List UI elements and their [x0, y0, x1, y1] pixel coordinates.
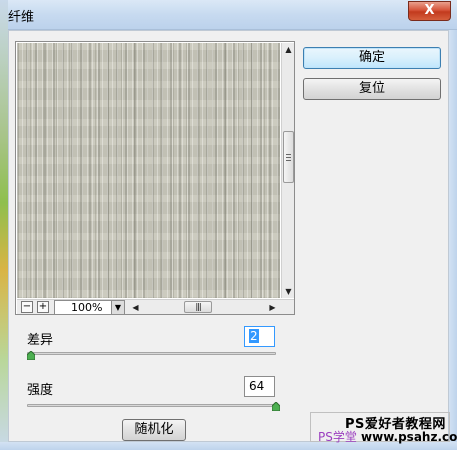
variance-label: 差异 [27, 333, 54, 348]
strength-value: 64 [249, 379, 265, 393]
close-icon: X [424, 3, 435, 18]
strength-slider-track[interactable] [27, 404, 276, 407]
scroll-down-arrow-icon[interactable]: ▼ [282, 285, 295, 298]
plus-icon: + [38, 301, 48, 312]
variance-slider-thumb[interactable] [26, 349, 36, 361]
scroll-right-arrow-icon[interactable]: ▶ [266, 301, 279, 314]
zoom-level-field[interactable]: 100% [54, 300, 112, 315]
strength-slider-thumb[interactable] [271, 400, 281, 412]
variance-input[interactable]: 2 [244, 326, 275, 347]
fibers-preview-image[interactable] [17, 43, 280, 298]
fibers-dialog: 纤维 X ▲ ▼ − + 100% ▼ ◀ ||| ▶ 确定 复位 差异 2 强… [0, 0, 457, 450]
preview-horizontal-scrollbar[interactable]: ◀ ||| ▶ [129, 300, 279, 315]
strength-label: 强度 [27, 383, 54, 398]
title-bar[interactable]: 纤维 X [0, 0, 457, 30]
dialog-body: ▲ ▼ − + 100% ▼ ◀ ||| ▶ 确定 复位 差异 2 强度 64 … [8, 30, 449, 442]
reset-button[interactable]: 复位 [303, 78, 441, 100]
preview-panel: ▲ ▼ − + 100% ▼ ◀ ||| ▶ [15, 41, 295, 315]
close-button[interactable]: X [408, 1, 451, 21]
watermark-url-line: PS学堂 www.psahz.com [318, 428, 457, 445]
strength-input[interactable]: 64 [244, 376, 275, 397]
vertical-scroll-thumb[interactable] [283, 131, 294, 183]
watermark-prefix: PS学堂 [318, 430, 357, 444]
minus-icon: − [22, 301, 32, 312]
randomize-button[interactable]: 随机化 [122, 419, 186, 441]
ok-button[interactable]: 确定 [303, 47, 441, 69]
scroll-up-arrow-icon[interactable]: ▲ [282, 43, 295, 56]
grip-line [286, 154, 291, 155]
preview-vertical-scrollbar[interactable]: ▲ ▼ [281, 43, 294, 298]
variance-slider-track[interactable] [27, 352, 276, 355]
scroll-left-arrow-icon[interactable]: ◀ [129, 301, 142, 314]
zoom-in-button[interactable]: + [37, 301, 49, 313]
grip-line [286, 160, 291, 161]
zoom-out-button[interactable]: − [21, 301, 33, 313]
window-right-border [449, 30, 457, 442]
horizontal-scroll-thumb[interactable]: ||| [184, 301, 212, 313]
zoom-dropdown-arrow-icon[interactable]: ▼ [111, 300, 125, 315]
preview-zoom-bar: − + 100% ▼ ◀ ||| ▶ [17, 299, 294, 315]
variance-value: 2 [249, 329, 259, 343]
watermark-url: www.psahz.com [361, 430, 457, 444]
grip-line [286, 157, 291, 158]
window-left-border [0, 0, 8, 450]
window-title: 纤维 [8, 10, 35, 25]
